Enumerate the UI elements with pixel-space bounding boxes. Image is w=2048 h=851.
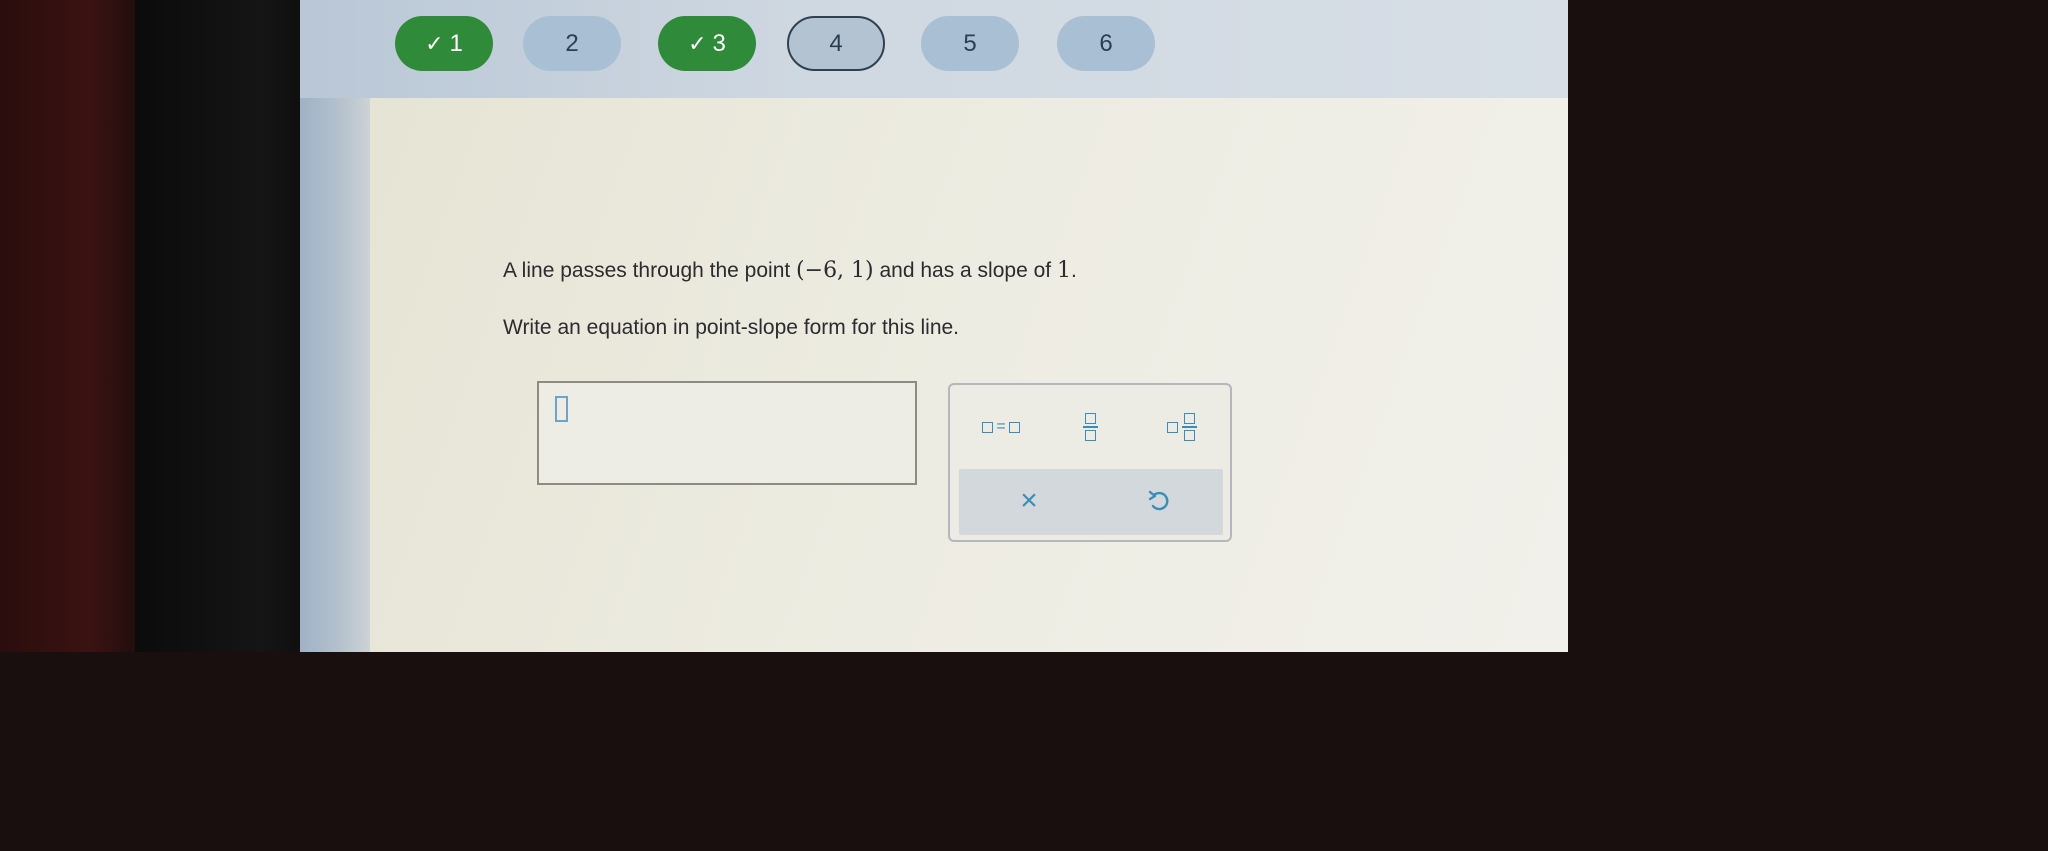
problem-text: . <box>1070 259 1077 282</box>
answer-input[interactable] <box>537 381 917 485</box>
question-navigation-bar: ✓ 1 2 ✓ 3 4 5 6 <box>300 0 1568 98</box>
question-content: A line passes through the point (−6, 1) … <box>370 98 1568 652</box>
clear-button[interactable]: × <box>999 481 1059 521</box>
point-value: (−6, 1) <box>796 258 874 283</box>
question-number: 3 <box>712 29 726 57</box>
question-pill-5[interactable]: 5 <box>921 16 1019 71</box>
mixed-number-template-icon[interactable] <box>1152 407 1212 447</box>
toolbar-actions: × <box>959 469 1223 535</box>
slope-value: 1 <box>1056 258 1071 283</box>
screen: ✓ 1 2 ✓ 3 4 5 6 A line passes through th… <box>300 0 1568 652</box>
check-icon: ✓ <box>425 30 444 56</box>
question-number: 2 <box>565 29 579 57</box>
content-edge <box>300 98 370 652</box>
problem-instruction: Write an equation in point-slope form fo… <box>503 316 960 339</box>
equation-template-icon[interactable]: = <box>970 407 1032 447</box>
problem-text: A line passes through the point <box>503 259 797 282</box>
monitor-bezel <box>135 0 315 652</box>
check-icon: ✓ <box>688 30 707 56</box>
problem-text: and has a slope of <box>873 259 1057 282</box>
question-number: 4 <box>829 29 843 57</box>
math-toolbar: = × <box>948 383 1232 542</box>
question-pill-6[interactable]: 6 <box>1057 16 1155 71</box>
question-number: 1 <box>449 29 463 57</box>
problem-statement: A line passes through the point (−6, 1) … <box>503 258 1077 283</box>
question-pill-1[interactable]: ✓ 1 <box>395 16 493 71</box>
input-cursor-placeholder[interactable] <box>555 396 568 422</box>
background-left <box>0 0 150 652</box>
question-number: 5 <box>963 29 977 57</box>
question-number: 6 <box>1099 29 1113 57</box>
fraction-template-icon[interactable] <box>1070 407 1110 447</box>
question-pill-4[interactable]: 4 <box>787 16 885 71</box>
question-pill-2[interactable]: 2 <box>523 16 621 71</box>
question-pill-3[interactable]: ✓ 3 <box>658 16 756 71</box>
undo-icon[interactable] <box>1129 481 1189 521</box>
